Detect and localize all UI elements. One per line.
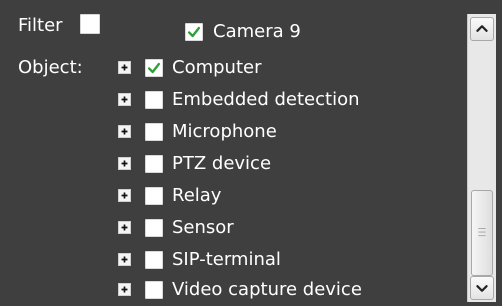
plus-icon	[121, 160, 128, 167]
expand-button[interactable]	[118, 221, 131, 234]
filter-label: Filter	[18, 15, 63, 36]
expand-button[interactable]	[118, 189, 131, 202]
tree-item-label: Computer	[172, 57, 262, 78]
object-label: Object:	[18, 57, 83, 78]
tree-root-label: Camera 9	[213, 21, 301, 42]
tree-item-microphone[interactable]: Microphone	[100, 116, 480, 148]
check-icon	[187, 26, 201, 38]
scroll-thumb[interactable]	[471, 190, 493, 276]
scroll-down-button[interactable]	[470, 276, 494, 300]
tree-item-checkbox[interactable]	[145, 91, 163, 109]
tree-root-camera[interactable]: Camera 9	[100, 16, 460, 48]
plus-icon	[121, 128, 128, 135]
tree-item-checkbox[interactable]	[145, 187, 163, 205]
vertical-scrollbar[interactable]	[467, 14, 496, 302]
plus-icon	[121, 256, 128, 263]
tree-item-label: Microphone	[172, 121, 277, 142]
plus-icon	[121, 286, 128, 293]
tree-item-checkbox[interactable]	[145, 123, 163, 141]
grip-icon	[478, 228, 486, 237]
expand-button[interactable]	[118, 93, 131, 106]
tree-item-label: Video capture device	[172, 279, 362, 300]
check-icon	[147, 62, 161, 74]
plus-icon	[121, 96, 128, 103]
tree-item-checkbox[interactable]	[145, 219, 163, 237]
tree-item-computer[interactable]: Computer	[100, 52, 480, 84]
expand-button[interactable]	[118, 157, 131, 170]
chevron-up-icon	[476, 25, 488, 32]
tree-item-checkbox[interactable]	[145, 59, 163, 77]
tree-root-checkbox[interactable]	[185, 23, 203, 41]
tree-item-checkbox[interactable]	[145, 251, 163, 269]
tree-item-label: Relay	[172, 185, 222, 206]
filter-checkbox[interactable]	[80, 14, 100, 34]
tree-item-sensor[interactable]: Sensor	[100, 212, 480, 244]
tree-item-video-capture-device[interactable]: Video capture device	[100, 274, 480, 306]
tree-item-label: PTZ device	[172, 153, 272, 174]
plus-icon	[121, 192, 128, 199]
tree-item-embedded-detection[interactable]: Embedded detection	[100, 84, 480, 116]
object-tree: Camera 9 Computer Embedded detection Mic…	[100, 0, 467, 302]
expand-button[interactable]	[118, 283, 131, 296]
expand-button[interactable]	[118, 61, 131, 74]
tree-item-label: SIP-terminal	[172, 249, 281, 270]
plus-icon	[121, 64, 128, 71]
tree-item-relay[interactable]: Relay	[100, 180, 480, 212]
tree-item-checkbox[interactable]	[145, 155, 163, 173]
tree-item-label: Sensor	[172, 217, 234, 238]
tree-item-checkbox[interactable]	[145, 281, 163, 299]
scroll-up-button[interactable]	[470, 17, 494, 41]
tree-item-sip-terminal[interactable]: SIP-terminal	[100, 244, 480, 276]
expand-button[interactable]	[118, 253, 131, 266]
plus-icon	[121, 224, 128, 231]
tree-item-label: Embedded detection	[172, 89, 360, 110]
expand-button[interactable]	[118, 125, 131, 138]
tree-item-ptz-device[interactable]: PTZ device	[100, 148, 480, 180]
chevron-down-icon	[476, 285, 488, 292]
